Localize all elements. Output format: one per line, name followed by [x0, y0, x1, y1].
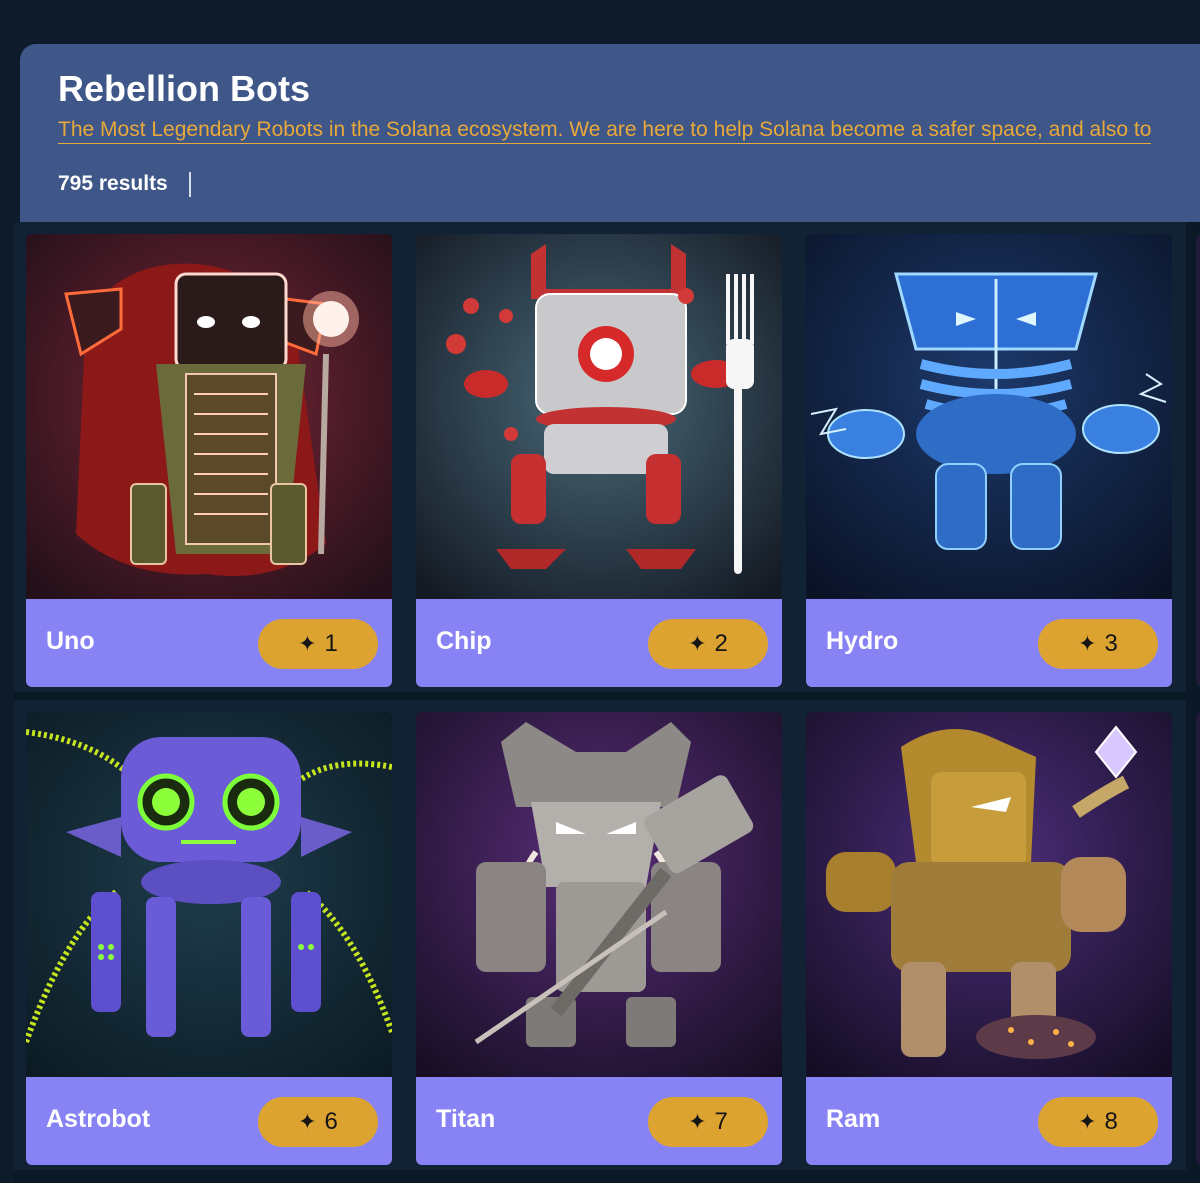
nft-card-hydro[interactable]: Hydro ✦ 3 [806, 234, 1172, 687]
rank-value: 1 [324, 630, 338, 657]
rank-value: 2 [714, 630, 728, 657]
nft-name: Astrobot [46, 1105, 151, 1133]
collection-description[interactable]: The Most Legendary Robots in the Solana … [58, 118, 1152, 144]
nft-card-footer: Astrobot ✦ 6 [26, 1077, 392, 1165]
nft-card-uno[interactable]: Uno ✦ 1 [26, 234, 392, 687]
rank-badge[interactable]: ✦ 7 [648, 1097, 768, 1147]
nft-card-astrobot[interactable]: Astrobot ✦ 6 [26, 712, 392, 1165]
nft-image-ram[interactable] [806, 712, 1172, 1077]
collection-header: Rebellion Bots The Most Legendary Robots… [20, 44, 1200, 224]
nft-image-titan[interactable] [416, 712, 782, 1077]
rank-value: 7 [714, 1108, 728, 1135]
nft-card-titan[interactable]: Titan ✦ 7 [416, 712, 782, 1165]
nft-card-partial[interactable] [1196, 234, 1200, 687]
rank-badge[interactable]: ✦ 6 [258, 1097, 378, 1147]
nft-name: Ram [826, 1105, 881, 1133]
sparkle-icon: ✦ [688, 631, 707, 656]
rank-value: 6 [324, 1108, 338, 1135]
sparkle-icon: ✦ [1078, 1109, 1097, 1134]
rank-badge[interactable]: ✦ 1 [258, 619, 378, 669]
nft-name: Chip [436, 627, 492, 655]
rank-badge[interactable]: ✦ 2 [648, 619, 768, 669]
nft-image-uno[interactable] [26, 234, 392, 599]
nft-name: Uno [46, 627, 95, 655]
collection-page: Rebellion Bots The Most Legendary Robots… [0, 0, 1200, 1183]
nft-name: Hydro [826, 627, 899, 655]
nft-card-partial[interactable] [1196, 712, 1200, 1165]
results-count: 795 results [58, 172, 168, 195]
results-divider [189, 172, 191, 197]
nft-card-ram[interactable]: Ram ✦ 8 [806, 712, 1172, 1165]
sparkle-icon: ✦ [688, 1109, 707, 1134]
nft-image-hydro[interactable] [806, 234, 1172, 599]
rank-value: 8 [1104, 1108, 1118, 1135]
collection-title: Rebellion Bots [58, 68, 311, 109]
nft-card-footer: Chip ✦ 2 [416, 599, 782, 687]
sparkle-icon: ✦ [298, 1109, 317, 1134]
nft-card-footer: Titan ✦ 7 [416, 1077, 782, 1165]
nft-card-footer: Ram ✦ 8 [806, 1077, 1172, 1165]
nft-name: Titan [436, 1105, 496, 1133]
nft-image-chip[interactable] [416, 234, 782, 599]
rank-badge[interactable]: ✦ 3 [1038, 619, 1158, 669]
nft-card-footer: Hydro ✦ 3 [806, 599, 1172, 687]
nft-card-footer: Uno ✦ 1 [26, 599, 392, 687]
rank-value: 3 [1104, 630, 1118, 657]
sparkle-icon: ✦ [298, 631, 317, 656]
nft-card-chip[interactable]: Chip ✦ 2 [416, 234, 782, 687]
rank-badge[interactable]: ✦ 8 [1038, 1097, 1158, 1147]
sparkle-icon: ✦ [1078, 631, 1097, 656]
nft-image-astrobot[interactable] [26, 712, 392, 1077]
